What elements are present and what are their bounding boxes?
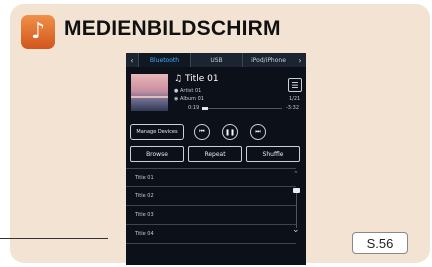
tab-usb[interactable]: USB — [190, 53, 242, 67]
tab-ipod-iphone[interactable]: iPod/iPhone — [242, 53, 294, 67]
chevron-left-icon[interactable]: ‹ — [126, 56, 138, 65]
person-icon: ● — [174, 88, 179, 94]
repeat-button[interactable]: Repeat — [188, 146, 242, 162]
next-track-button[interactable]: ⏭ — [250, 124, 266, 140]
scroll-down-icon[interactable]: ⌄ — [292, 225, 300, 235]
shuffle-button[interactable]: Shuffle — [246, 146, 300, 162]
skip-back-icon: ⏮ — [199, 128, 205, 135]
page-title: MEDIENBILDSCHIRM — [64, 17, 281, 40]
chevron-right-icon[interactable]: › — [294, 56, 306, 65]
previous-track-button[interactable]: ⏮ — [194, 124, 210, 140]
scroll-up-icon[interactable]: ⌃ — [293, 170, 299, 178]
list-item[interactable]: Title 02 — [126, 187, 296, 206]
leader-line — [0, 238, 108, 239]
page-reference-badge: S.56 — [352, 232, 408, 254]
track-title: ♫ Title 01 — [174, 74, 219, 84]
scrollbar-track[interactable] — [296, 192, 297, 228]
artist-line: ● Artist 01 — [174, 88, 201, 94]
music-note-icon: ♪ — [21, 15, 55, 49]
disc-icon: ◉ — [174, 96, 179, 102]
progress-bar[interactable] — [202, 107, 282, 110]
pause-button[interactable]: ❚❚ — [222, 124, 238, 140]
track-count: 1/21 — [289, 96, 301, 102]
list-item[interactable]: Title 04 — [126, 225, 296, 244]
equalizer-icon: ☰ — [291, 80, 299, 90]
browse-button[interactable]: Browse — [130, 146, 184, 162]
track-list: Title 01 Title 02 Title 03 Title 04 — [126, 168, 296, 244]
media-screen: ‹ Bluetooth USB iPod/iPhone › ♫ Title 01… — [126, 53, 306, 265]
equalizer-button[interactable]: ☰ — [288, 78, 302, 92]
progress-fill — [202, 107, 209, 110]
tab-bluetooth[interactable]: Bluetooth — [138, 53, 190, 67]
album-line: ◉ Album 01 — [174, 96, 204, 102]
music-note-icon: ♫ — [174, 74, 183, 84]
track-title-text: Title 01 — [184, 74, 219, 84]
scrollbar-thumb[interactable] — [293, 188, 300, 193]
list-item[interactable]: Title 03 — [126, 206, 296, 225]
artist-name: Artist 01 — [179, 88, 202, 94]
album-name: Album 01 — [179, 96, 204, 102]
source-tab-bar: ‹ Bluetooth USB iPod/iPhone › — [126, 53, 306, 67]
album-art — [131, 74, 168, 111]
manage-devices-button[interactable]: Manage Devices — [130, 124, 184, 140]
time-remaining: -3:32 — [286, 105, 300, 111]
list-item[interactable]: Title 01 — [126, 168, 296, 187]
pause-icon: ❚❚ — [224, 128, 236, 136]
time-current: 0:19 — [188, 105, 200, 111]
skip-forward-icon: ⏭ — [255, 128, 261, 135]
